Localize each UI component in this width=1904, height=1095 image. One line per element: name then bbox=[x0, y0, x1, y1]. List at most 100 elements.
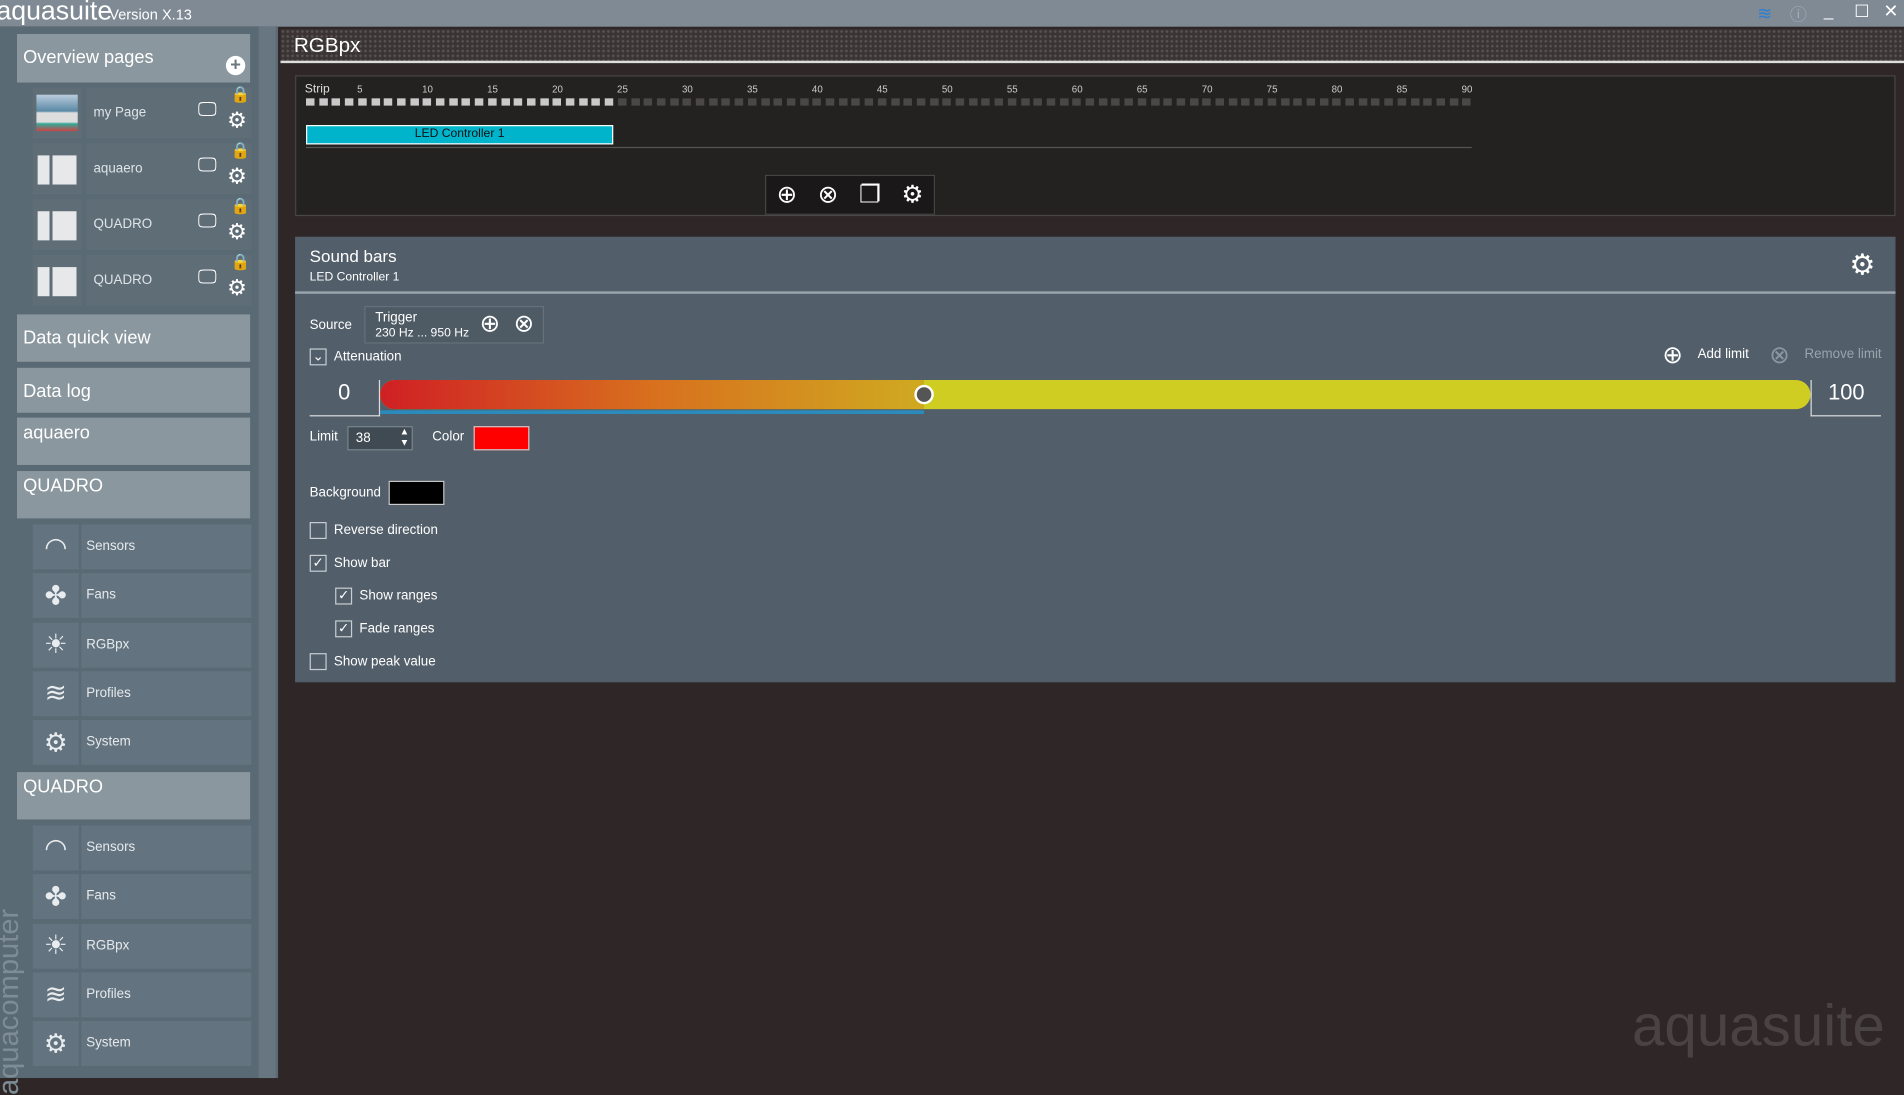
led-cell[interactable] bbox=[851, 98, 861, 106]
led-cell[interactable] bbox=[786, 98, 796, 106]
led-cell[interactable] bbox=[500, 98, 510, 106]
quadro-device-header[interactable]: QUADRO bbox=[17, 471, 251, 519]
led-cell[interactable] bbox=[1319, 98, 1328, 106]
led-cell[interactable] bbox=[1202, 98, 1212, 106]
led-cell[interactable] bbox=[1176, 98, 1186, 106]
option-checkbox[interactable]: ✓ bbox=[335, 620, 353, 638]
remove-limit-button[interactable]: Remove limit bbox=[1804, 347, 1881, 362]
led-cell[interactable] bbox=[422, 98, 432, 106]
sidebar-item-fans[interactable]: ✤ Fans bbox=[32, 573, 252, 619]
overview-pages-header[interactable]: Overview pages + bbox=[17, 33, 251, 83]
led-cell[interactable] bbox=[877, 98, 887, 106]
led-cell[interactable] bbox=[1228, 98, 1237, 106]
led-cell[interactable] bbox=[1150, 98, 1160, 106]
add-source-icon[interactable]: ⊕ bbox=[480, 312, 500, 336]
led-cell[interactable] bbox=[539, 98, 549, 106]
led-cell[interactable] bbox=[890, 98, 900, 106]
led-cell[interactable] bbox=[1020, 98, 1030, 106]
led-cell[interactable] bbox=[760, 98, 770, 106]
led-cell[interactable] bbox=[643, 98, 653, 106]
led-cell[interactable] bbox=[721, 98, 731, 106]
close-button[interactable]: ✕ bbox=[1883, 0, 1898, 22]
led-cell[interactable] bbox=[1410, 98, 1419, 106]
limit-range-bar[interactable] bbox=[380, 379, 1811, 410]
led-cell[interactable] bbox=[448, 98, 458, 106]
lock-icon[interactable]: 🔒 bbox=[231, 253, 251, 272]
led-cell[interactable] bbox=[435, 98, 445, 106]
minimize-button[interactable]: _ bbox=[1824, 0, 1833, 19]
led-cell[interactable] bbox=[838, 98, 848, 106]
led-cell[interactable] bbox=[578, 98, 588, 106]
led-cell[interactable] bbox=[370, 98, 380, 106]
led-cell[interactable] bbox=[812, 98, 822, 106]
add-icon[interactable]: ⊕ bbox=[777, 180, 797, 210]
remove-limit-icon[interactable]: ⊗ bbox=[1769, 340, 1789, 370]
led-cell[interactable] bbox=[669, 98, 679, 106]
page-item[interactable]: my Page 🖵 🔒 ⚙ bbox=[32, 85, 252, 139]
led-cell[interactable] bbox=[552, 98, 562, 106]
sidebar-item-system[interactable]: ⚙ System bbox=[32, 720, 252, 766]
page-item[interactable]: QUADRO 🖵 🔒 ⚙ bbox=[32, 253, 252, 306]
aquaero-device-header[interactable]: aquaero bbox=[17, 417, 251, 465]
color-swatch[interactable] bbox=[473, 426, 530, 451]
limit-input[interactable]: 38 ▲ ▼ bbox=[347, 426, 413, 451]
attenuation-toggle[interactable]: ⌄ bbox=[309, 348, 327, 366]
add-limit-button[interactable]: Add limit bbox=[1698, 347, 1749, 362]
maximize-button[interactable]: ☐ bbox=[1854, 1, 1869, 22]
led-cell[interactable] bbox=[1059, 98, 1069, 106]
led-cell[interactable] bbox=[864, 98, 874, 106]
led-cell[interactable] bbox=[916, 98, 926, 106]
remove-icon[interactable]: ⊗ bbox=[818, 180, 838, 210]
led-cell[interactable] bbox=[1215, 98, 1225, 106]
led-cell[interactable] bbox=[565, 98, 575, 106]
led-cell[interactable] bbox=[357, 98, 367, 106]
data-quick-view-item[interactable]: Data quick view bbox=[17, 314, 251, 362]
lock-icon[interactable]: 🔒 bbox=[231, 85, 251, 104]
led-cell[interactable] bbox=[747, 98, 757, 106]
sidebar-item-sensors[interactable]: ◠ Sensors bbox=[32, 825, 252, 871]
led-cell[interactable] bbox=[306, 98, 315, 106]
led-cell[interactable] bbox=[1254, 98, 1263, 106]
info-icon[interactable]: ⓘ bbox=[1790, 2, 1807, 26]
stepper-arrows-icon[interactable]: ▲ ▼ bbox=[400, 426, 410, 448]
led-cell[interactable] bbox=[1462, 98, 1471, 106]
led-cell[interactable] bbox=[1137, 98, 1147, 106]
led-cell[interactable] bbox=[1345, 98, 1354, 106]
led-cell[interactable] bbox=[1384, 98, 1393, 106]
led-cell[interactable] bbox=[734, 98, 744, 106]
controller-segment[interactable]: LED Controller 1 bbox=[306, 125, 614, 145]
led-cell[interactable] bbox=[968, 98, 978, 106]
led-cell[interactable] bbox=[1241, 98, 1250, 106]
sidebar-item-sensors[interactable]: ◠ Sensors bbox=[32, 524, 252, 570]
led-cell[interactable] bbox=[773, 98, 783, 106]
remove-source-icon[interactable]: ⊗ bbox=[514, 312, 534, 336]
data-log-item[interactable]: Data log bbox=[17, 367, 251, 413]
led-cell[interactable] bbox=[981, 98, 991, 106]
led-cell[interactable] bbox=[1332, 98, 1341, 106]
option-checkbox[interactable] bbox=[309, 653, 327, 671]
gear-icon[interactable]: ⚙ bbox=[227, 277, 247, 299]
led-cell[interactable] bbox=[1098, 98, 1108, 106]
led-cell[interactable] bbox=[604, 98, 614, 106]
sidebar-scrollbar[interactable] bbox=[258, 26, 276, 1079]
source-box[interactable]: Trigger 230 Hz ... 950 Hz ⊕ ⊗ bbox=[364, 305, 545, 344]
option-checkbox[interactable]: ✓ bbox=[335, 587, 353, 605]
led-cell[interactable] bbox=[396, 98, 406, 106]
limit-slider-thumb[interactable] bbox=[913, 384, 934, 405]
led-cell[interactable] bbox=[526, 98, 536, 106]
sidebar-item-fans[interactable]: ✤ Fans bbox=[32, 874, 252, 920]
led-cell[interactable] bbox=[1111, 98, 1121, 106]
led-cell[interactable] bbox=[344, 98, 354, 106]
option-checkbox[interactable]: ✓ bbox=[309, 554, 327, 572]
led-cell[interactable] bbox=[630, 98, 640, 106]
led-cell[interactable] bbox=[1163, 98, 1173, 106]
led-cell[interactable] bbox=[318, 98, 328, 106]
led-cell[interactable] bbox=[708, 98, 718, 106]
monitor-icon[interactable]: 🖵 bbox=[198, 267, 217, 289]
sidebar-item-system[interactable]: ⚙ System bbox=[32, 1021, 252, 1067]
sidebar-item-rgbpx[interactable]: ☀ RGBpx bbox=[32, 923, 252, 969]
effect-settings-icon[interactable]: ⚙ bbox=[1849, 251, 1875, 280]
led-cell[interactable] bbox=[1124, 98, 1134, 106]
led-cell[interactable] bbox=[1423, 98, 1432, 106]
page-item[interactable]: QUADRO 🖵 🔒 ⚙ bbox=[32, 197, 252, 251]
